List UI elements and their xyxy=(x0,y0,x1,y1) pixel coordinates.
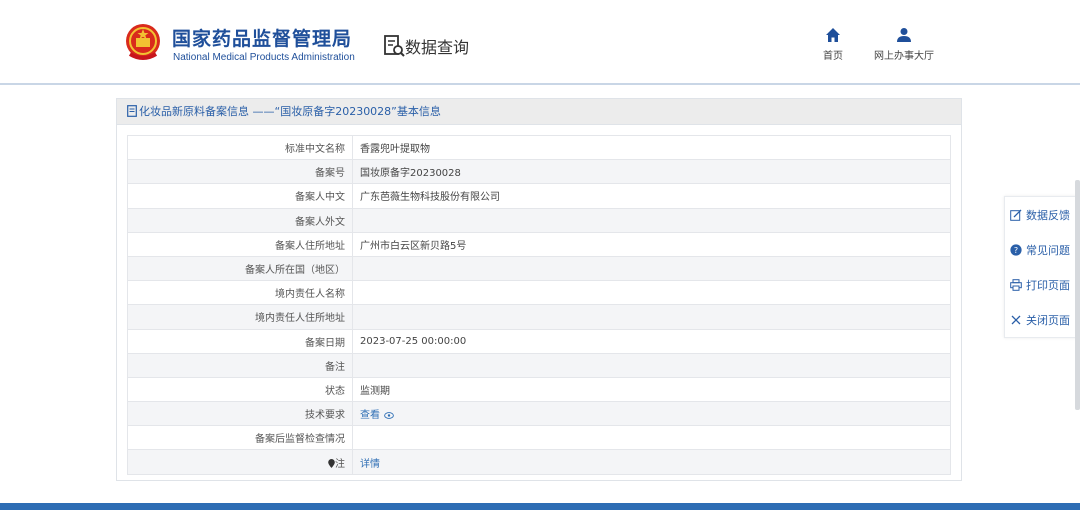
row-label: 备案人住所地址 xyxy=(127,231,353,257)
data-feedback-button[interactable]: 数据反馈 xyxy=(1010,207,1080,227)
faq-button[interactable]: ? 常见问题 xyxy=(1010,242,1080,262)
panel-title-text: 化妆品新原料备案信息 ——“国妆原备字20230028”基本信息 xyxy=(139,105,441,118)
tech-requirements-cell: 查看 xyxy=(352,401,951,427)
row-value xyxy=(352,255,951,282)
row-label: 境内责任人名称 xyxy=(127,280,353,306)
row-label: 标准中文名称 xyxy=(127,134,353,161)
user-icon xyxy=(897,28,911,42)
row-value xyxy=(352,352,951,378)
table-row: 技术要求 查看 xyxy=(127,401,951,427)
close-page-label: 关闭页面 xyxy=(1026,314,1070,327)
table-row: 境内责任人住所地址 xyxy=(127,304,951,330)
national-emblem-icon xyxy=(126,24,160,60)
row-label: 技术要求 xyxy=(127,401,353,427)
close-page-button[interactable]: 关闭页面 xyxy=(1010,312,1080,332)
row-value xyxy=(352,304,951,330)
record-info-panel: 化妆品新原料备案信息 ——“国妆原备字20230028”基本信息 标准中文名称 … xyxy=(116,98,962,481)
details-link[interactable]: 详情 xyxy=(360,459,380,470)
note-label-cell: 注 xyxy=(127,449,353,475)
table-row: 备案人外文 xyxy=(127,207,951,233)
print-page-label: 打印页面 xyxy=(1026,279,1070,292)
data-query-label[interactable]: 数据查询 xyxy=(405,34,469,58)
nav-online-hall-label: 网上办事大厅 xyxy=(874,51,934,62)
table-row: 备案日期 2023-07-25 00:00:00 xyxy=(127,328,951,354)
row-label: 备案人中文 xyxy=(127,183,353,209)
row-value: 广东芭薇生物科技股份有限公司 xyxy=(352,183,951,209)
table-row: 备案号 国妆原备字20230028 xyxy=(127,159,951,185)
site-header: 国家药品监督管理局 National Medical Products Admi… xyxy=(0,0,1080,85)
brand-title-en: National Medical Products Administration xyxy=(173,52,355,63)
row-label: 备注 xyxy=(127,352,353,378)
row-value xyxy=(352,425,951,451)
row-value: 国妆原备字20230028 xyxy=(352,159,951,185)
row-label: 备案日期 xyxy=(127,328,353,354)
table-row: 备注 xyxy=(127,352,951,378)
note-value-cell: 详情 xyxy=(352,449,951,475)
home-icon xyxy=(826,28,840,42)
edit-icon xyxy=(1010,209,1022,221)
faq-label: 常见问题 xyxy=(1026,244,1070,257)
row-label: 备案人所在国（地区） xyxy=(127,255,353,282)
printer-icon xyxy=(1010,279,1022,291)
row-label: 状态 xyxy=(127,376,353,403)
table-row: 备案人所在国（地区） xyxy=(127,255,951,282)
print-page-button[interactable]: 打印页面 xyxy=(1010,277,1080,297)
table-row: 注 详情 xyxy=(127,449,951,475)
view-tech-requirements-link[interactable]: 查看 xyxy=(360,410,380,421)
table-row: 备案后监督检查情况 xyxy=(127,425,951,451)
panel-title: 化妆品新原料备案信息 ——“国妆原备字20230028”基本信息 xyxy=(117,99,961,125)
nav-home[interactable]: 首页 xyxy=(812,27,854,62)
document-icon xyxy=(127,105,137,117)
data-query-icon xyxy=(384,35,405,57)
row-label: 备案号 xyxy=(127,159,353,185)
brand-title-cn: 国家药品监督管理局 xyxy=(172,28,353,50)
scrollbar-thumb[interactable] xyxy=(1075,180,1080,410)
table-row: 标准中文名称 香露兜叶提取物 xyxy=(127,134,951,161)
nav-online-hall[interactable]: 网上办事大厅 xyxy=(868,27,940,62)
svg-text:?: ? xyxy=(1014,246,1018,255)
close-icon xyxy=(1011,315,1021,325)
row-value: 2023-07-25 00:00:00 xyxy=(352,328,951,354)
row-label: 备案人外文 xyxy=(127,207,353,233)
table-row: 备案人中文 广东芭薇生物科技股份有限公司 xyxy=(127,183,951,209)
table-row: 状态 监测期 xyxy=(127,376,951,403)
row-value: 监测期 xyxy=(352,376,951,403)
record-info-table: 标准中文名称 香露兜叶提取物 备案号 国妆原备字20230028 备案人中文 广… xyxy=(127,134,951,475)
nav-home-label: 首页 xyxy=(823,51,843,62)
location-pin-icon xyxy=(328,458,335,468)
footer-bar xyxy=(0,503,1080,510)
row-value xyxy=(352,280,951,306)
table-row: 备案人住所地址 广州市白云区新贝路5号 xyxy=(127,231,951,257)
question-circle-icon: ? xyxy=(1010,244,1022,256)
row-value: 广州市白云区新贝路5号 xyxy=(352,231,951,257)
row-value: 香露兜叶提取物 xyxy=(352,134,951,161)
row-label: 境内责任人住所地址 xyxy=(127,304,353,330)
side-toolbar: 数据反馈 ? 常见问题 打印页面 关闭页面 xyxy=(1004,196,1080,338)
row-label: 备案后监督检查情况 xyxy=(127,425,353,451)
table-row: 境内责任人名称 xyxy=(127,280,951,306)
row-value xyxy=(352,207,951,233)
row-label: 注 xyxy=(335,458,345,470)
eye-icon[interactable] xyxy=(384,412,394,420)
data-feedback-label: 数据反馈 xyxy=(1026,209,1070,222)
